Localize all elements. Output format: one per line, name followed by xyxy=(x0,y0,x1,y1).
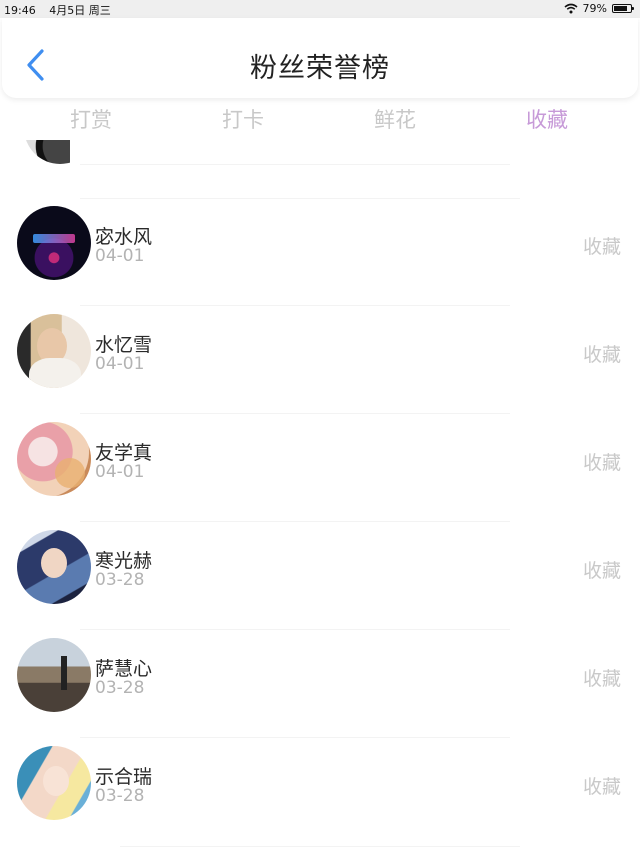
tab-reward[interactable]: 打赏 xyxy=(41,104,141,134)
avatar xyxy=(17,746,91,820)
user-name: 水忆雪 xyxy=(95,334,153,356)
favorite-label: 收藏 xyxy=(582,236,621,258)
battery-percent: 79% xyxy=(582,2,607,15)
status-bar: 19:46 4月5日 周三 79% xyxy=(0,0,640,18)
status-time: 19:46 xyxy=(4,4,36,17)
favorite-label: 收藏 xyxy=(582,668,621,690)
user-name: 友学真 xyxy=(95,442,153,464)
tab-flowers[interactable]: 鲜花 xyxy=(345,104,445,134)
avatar xyxy=(20,140,70,172)
favorite-date: 04-01 xyxy=(95,354,145,374)
favorite-label: 收藏 xyxy=(582,776,621,798)
user-name: 萨慧心 xyxy=(95,658,153,680)
wifi-icon xyxy=(564,3,578,14)
tab-favorites[interactable]: 收藏 xyxy=(497,104,597,134)
favorite-date: 03-28 xyxy=(95,786,145,806)
status-date: 4月5日 周三 xyxy=(49,4,111,17)
divider xyxy=(80,164,510,165)
list-item[interactable]: 宓水风 04-01 收藏 xyxy=(0,200,640,308)
divider xyxy=(80,305,510,306)
user-name: 示合瑞 xyxy=(95,766,153,788)
divider xyxy=(80,521,510,522)
list-item[interactable]: 萨慧心 03-28 收藏 xyxy=(0,632,640,740)
tab-bar: 打赏 打卡 鲜花 收藏 xyxy=(0,104,640,138)
avatar xyxy=(17,530,91,604)
divider xyxy=(80,198,520,199)
nav-header: 粉丝荣誉榜 xyxy=(2,18,638,98)
divider xyxy=(120,846,520,847)
page-title: 粉丝荣誉榜 xyxy=(250,53,390,84)
favorite-date: 03-28 xyxy=(95,678,145,698)
tab-checkin[interactable]: 打卡 xyxy=(193,104,293,134)
avatar xyxy=(17,638,91,712)
list-item[interactable]: 水忆雪 04-01 收藏 xyxy=(0,308,640,416)
battery-icon xyxy=(612,4,634,13)
user-name: 寒光赫 xyxy=(95,550,153,572)
battery-fill xyxy=(614,6,627,11)
favorite-label: 收藏 xyxy=(582,452,621,474)
user-name: 宓水风 xyxy=(95,226,153,248)
favorite-date: 04-01 xyxy=(95,462,145,482)
divider xyxy=(80,629,510,630)
list-item[interactable]: 示合瑞 03-28 收藏 xyxy=(0,740,640,848)
favorite-date: 04-01 xyxy=(95,246,145,266)
favorite-date: 03-28 xyxy=(95,570,145,590)
favorite-label: 收藏 xyxy=(582,344,621,366)
avatar xyxy=(17,422,91,496)
divider xyxy=(80,413,510,414)
avatar xyxy=(17,206,91,280)
favorite-label: 收藏 xyxy=(582,560,621,582)
divider xyxy=(80,737,510,738)
avatar xyxy=(17,314,91,388)
list-item[interactable]: 寒光赫 03-28 收藏 xyxy=(0,524,640,632)
list-item[interactable]: 友学真 04-01 收藏 xyxy=(0,416,640,524)
